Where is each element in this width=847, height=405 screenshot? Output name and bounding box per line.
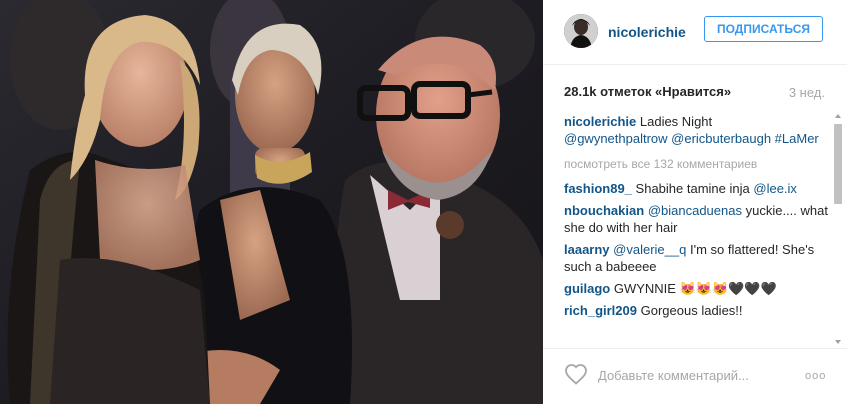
comment-username[interactable]: laaarny xyxy=(564,242,610,257)
scroll-up-arrow-icon[interactable] xyxy=(835,114,841,118)
more-options-button[interactable]: ooo xyxy=(805,370,826,382)
heart-outline-icon[interactable] xyxy=(564,363,588,385)
comment-mention[interactable]: @biancaduenas xyxy=(648,203,742,218)
comment-username[interactable]: nbouchakian xyxy=(564,203,644,218)
caption-username[interactable]: nicolerichie xyxy=(564,114,636,129)
list-item: guilago GWYNNIE 😻😻😻🖤🖤🖤 xyxy=(564,280,829,297)
comment-text: Shabihe tamine inja xyxy=(635,181,750,196)
post-footer: ooo xyxy=(543,348,847,405)
caption: nicolerichie Ladies Night @gwynethpaltro… xyxy=(564,113,829,147)
comment-username[interactable]: fashion89_ xyxy=(564,181,632,196)
comments-scrollbar[interactable] xyxy=(834,114,842,344)
comment-mention[interactable]: @valerie__q xyxy=(613,242,686,257)
comment-text: Gorgeous ladies!! xyxy=(640,303,743,318)
avatar[interactable] xyxy=(564,14,598,48)
comment-mention[interactable]: @lee.ix xyxy=(753,181,797,196)
caption-tags[interactable]: @gwynethpaltrow @ericbuterbaugh #LaMer xyxy=(564,131,819,146)
comment-text: GWYNNIE 😻😻😻🖤🖤🖤 xyxy=(613,281,777,296)
caption-text: Ladies Night xyxy=(639,114,713,129)
comment-username[interactable]: rich_girl209 xyxy=(564,303,637,318)
list-item: nbouchakian @biancaduenas yuckie.... wha… xyxy=(564,202,829,236)
header-username[interactable]: nicolerichie xyxy=(608,24,686,40)
post-time[interactable]: 3 нед. xyxy=(789,85,825,100)
add-comment-input[interactable] xyxy=(598,365,798,385)
list-item: rich_girl209 Gorgeous ladies!! xyxy=(564,302,829,319)
follow-button[interactable]: ПОДПИСАТЬСЯ xyxy=(704,16,823,42)
scroll-down-arrow-icon[interactable] xyxy=(835,340,841,344)
post-header: nicolerichie ПОДПИСАТЬСЯ xyxy=(543,0,847,65)
view-all-comments-link[interactable]: посмотреть все 132 комментариев xyxy=(564,156,829,173)
comment-username[interactable]: guilago xyxy=(564,281,610,296)
scrollbar-thumb[interactable] xyxy=(834,124,842,204)
list-item: laaarny @valerie__q I'm so flattered! Sh… xyxy=(564,241,829,275)
like-count[interactable]: 28.1k отметок «Нравится» xyxy=(564,84,731,99)
post-photo[interactable] xyxy=(0,0,543,404)
comments-list: nicolerichie Ladies Night @gwynethpaltro… xyxy=(564,113,829,340)
post-sidebar: nicolerichie ПОДПИСАТЬСЯ 28.1k отметок «… xyxy=(543,0,847,404)
list-item: fashion89_ Shabihe tamine inja @lee.ix xyxy=(564,180,829,197)
